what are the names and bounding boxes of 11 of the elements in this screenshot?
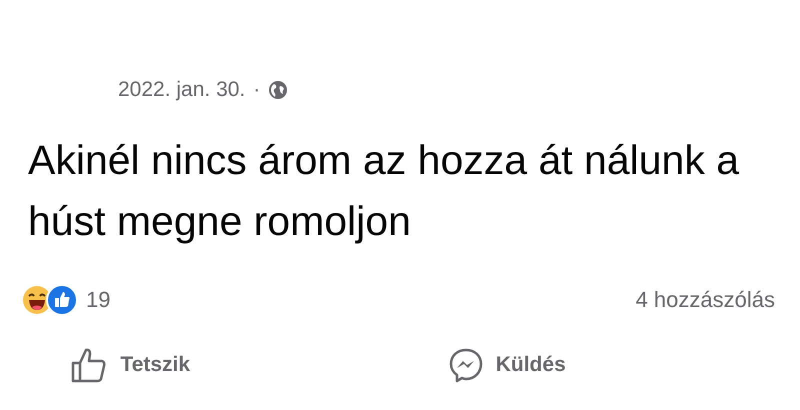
thumbs-up-icon xyxy=(70,346,108,384)
messenger-icon xyxy=(448,347,484,383)
like-button[interactable]: Tetszik xyxy=(0,346,318,384)
thumbs-up-icon xyxy=(46,284,78,316)
globe-icon xyxy=(268,80,288,100)
post-text: Akinél nincs árom az hozza át nálunk a húst megne romoljon xyxy=(27,136,740,246)
reaction-count[interactable]: 19 xyxy=(86,287,110,313)
separator: · xyxy=(253,78,260,102)
comment-count[interactable]: 4 hozzászólás xyxy=(636,287,775,313)
post-date: 2022. jan. 30. xyxy=(118,78,246,102)
send-button[interactable]: Küldés xyxy=(318,346,695,384)
